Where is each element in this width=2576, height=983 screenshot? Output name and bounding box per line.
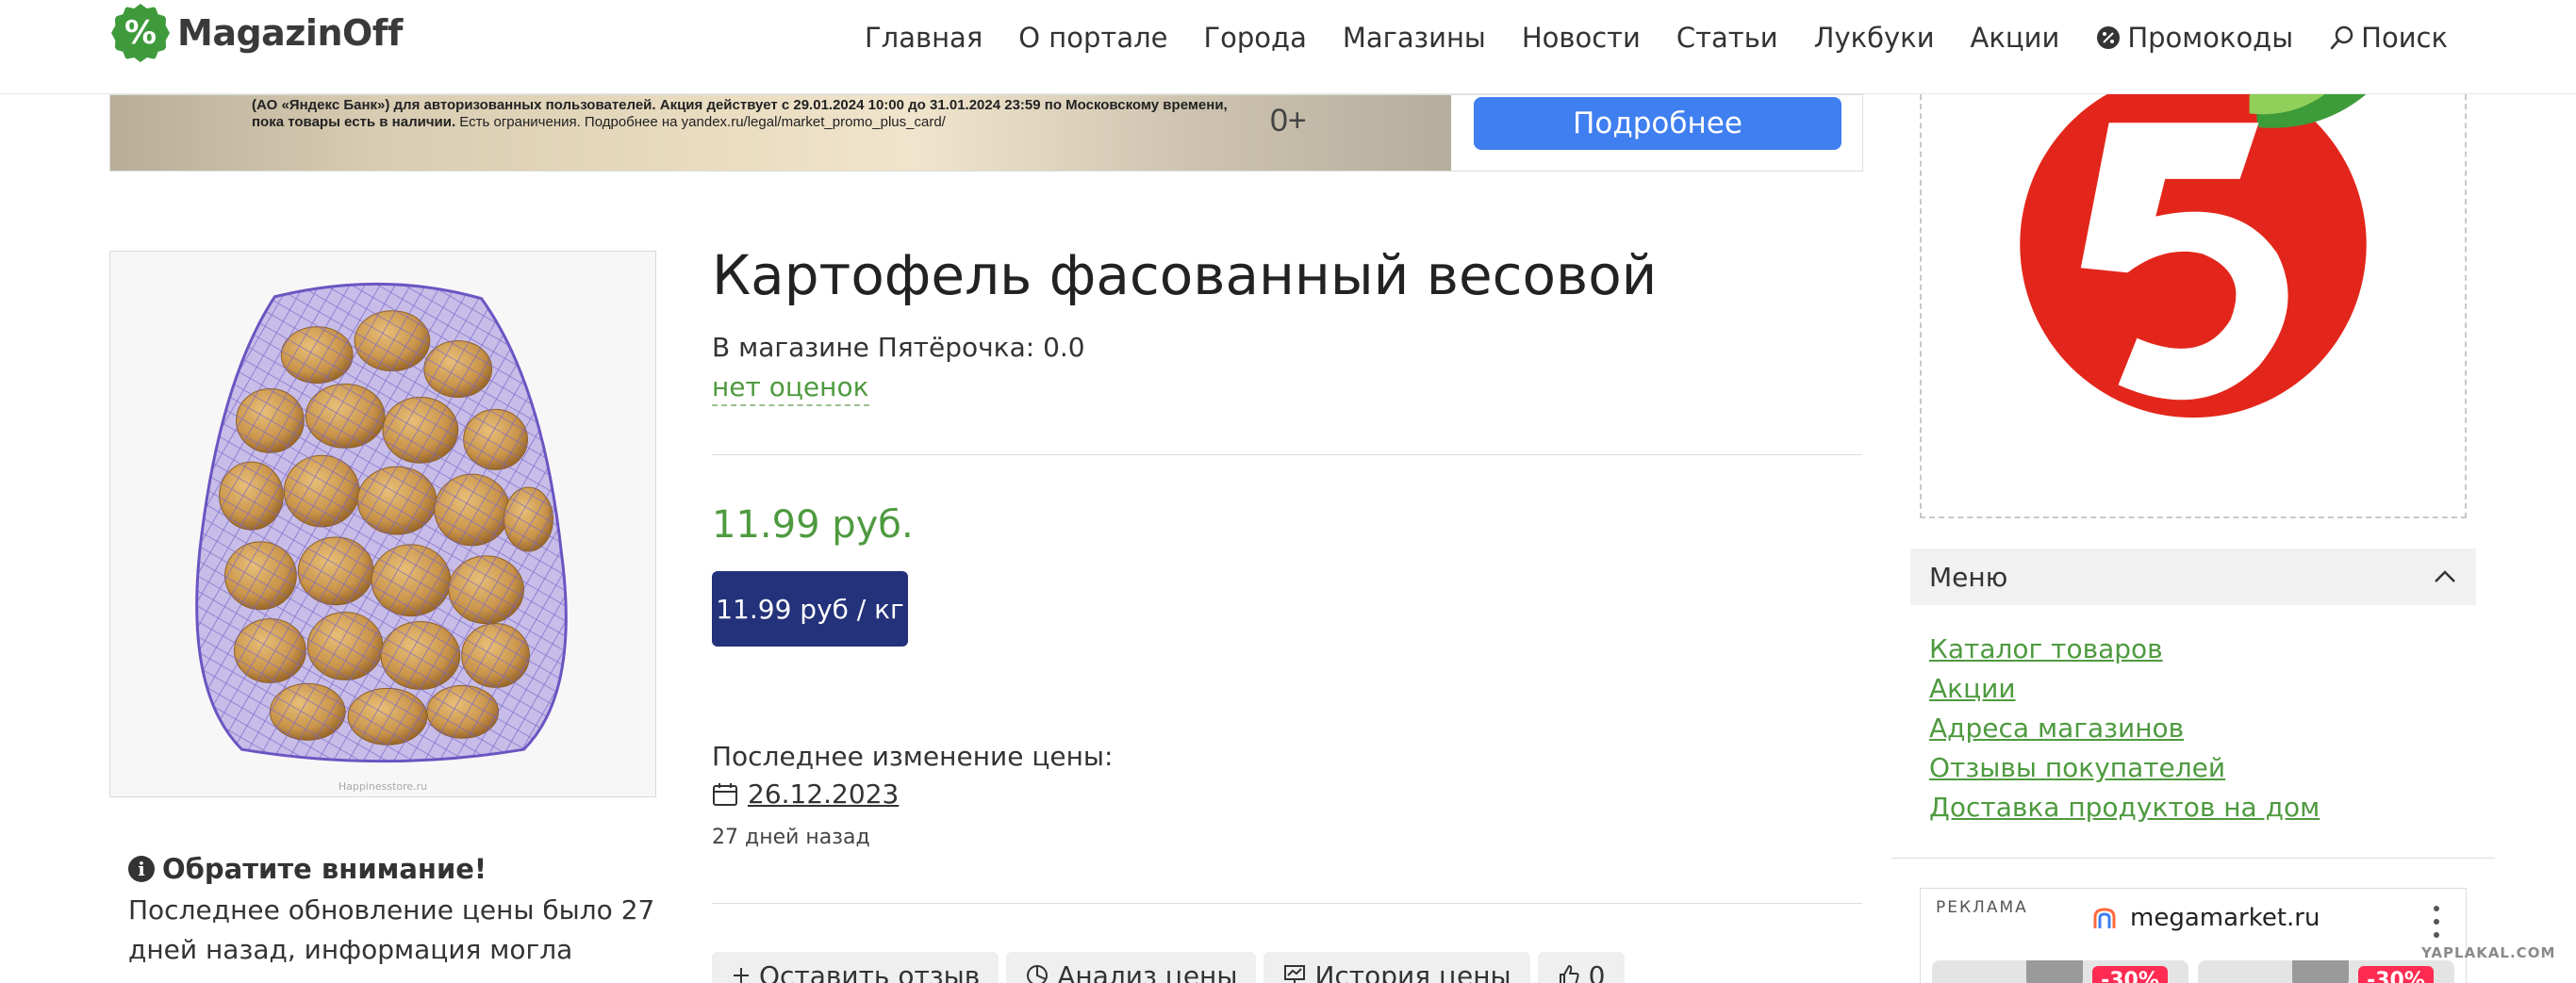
notice-title: i Обратите внимание! bbox=[128, 853, 666, 885]
ad-banner-line: (АО «Яндекс Банк») для авторизованных по… bbox=[252, 97, 1228, 113]
ad-product-image bbox=[2026, 960, 2083, 983]
product-price: 11.99 руб. bbox=[712, 503, 914, 547]
more-options-icon[interactable] bbox=[2434, 906, 2441, 938]
pyaterochka-logo bbox=[2020, 85, 2371, 418]
ad-brand[interactable]: megamarket.ru bbox=[2090, 904, 2320, 932]
nav-item-stores[interactable]: Магазины bbox=[1343, 22, 1486, 54]
nav-label: Города bbox=[1203, 22, 1307, 54]
nav-label: Главная bbox=[865, 22, 983, 54]
ad-brand-name: megamarket.ru bbox=[2130, 904, 2320, 932]
nav-label: Лукбуки bbox=[1813, 22, 1935, 54]
nav-item-news[interactable]: Новости bbox=[1522, 22, 1641, 54]
main-nav: Главная О портале Города Магазины Новост… bbox=[865, 17, 2448, 58]
stale-price-notice: i Обратите внимание! Последнее обновлени… bbox=[128, 853, 666, 983]
ad-product-card[interactable]: -30% bbox=[1932, 960, 2188, 983]
ad-product-image bbox=[2292, 960, 2349, 983]
info-icon: i bbox=[128, 856, 155, 882]
ad-label: РЕКЛАМА bbox=[1936, 898, 2028, 917]
calendar-icon bbox=[713, 782, 737, 806]
chevron-up-icon bbox=[2435, 570, 2455, 582]
ad-details-button[interactable]: Подробнее bbox=[1474, 97, 1841, 150]
sidebar-menu-list: Каталог товаров Акции Адреса магазинов О… bbox=[1929, 630, 2320, 827]
nav-item-about[interactable]: О портале bbox=[1018, 22, 1167, 54]
nav-item-search[interactable]: Поиск bbox=[2329, 22, 2448, 54]
nav-label: Магазины bbox=[1342, 22, 1486, 54]
nav-label: Новости bbox=[1521, 22, 1641, 54]
nav-item-promocodes[interactable]: Промокоды bbox=[2095, 22, 2293, 54]
ad-banner-image: (АО «Яндекс Банк») для авторизованных по… bbox=[110, 95, 1451, 171]
price-per-unit-badge: 11.99 руб / кг bbox=[712, 571, 908, 647]
sidebar-item-reviews[interactable]: Отзывы покупателей bbox=[1929, 748, 2320, 788]
ad-banner[interactable]: (АО «Яндекс Банк») для авторизованных по… bbox=[109, 94, 1863, 172]
page-watermark: YAPLAKAL.COM bbox=[2421, 944, 2556, 961]
nav-item-lookbooks[interactable]: Лукбуки bbox=[1814, 22, 1935, 54]
discount-badge-icon bbox=[2097, 26, 2121, 49]
product-title: Картофель фасованный весовой bbox=[712, 243, 1658, 307]
site-header: % MagazinOff Главная О портале Города Ма… bbox=[0, 0, 2576, 94]
search-icon bbox=[2330, 25, 2353, 50]
nav-item-cities[interactable]: Города bbox=[1203, 22, 1306, 54]
logo-text: MagazinOff bbox=[177, 12, 403, 54]
nav-label: О портале bbox=[1018, 22, 1168, 54]
like-count: 0 bbox=[1588, 959, 1606, 983]
sidebar-item-catalog[interactable]: Каталог товаров bbox=[1929, 630, 2320, 669]
action-label: Анализ цены bbox=[1057, 959, 1238, 983]
product-actions: Оставить отзыв Анализ цены История цены … bbox=[712, 952, 1625, 983]
store-rating: В магазине Пятёрочка: 0.0 bbox=[712, 332, 1085, 363]
nav-label: Статьи bbox=[1676, 22, 1778, 54]
notice-title-text: Обратите внимание! bbox=[162, 853, 487, 885]
no-ratings-link[interactable]: нет оценок bbox=[712, 371, 869, 406]
product-image[interactable]: Happinesstore.ru bbox=[109, 251, 656, 797]
thumbs-up-icon bbox=[1559, 965, 1579, 983]
ad-product-card[interactable]: -30% bbox=[2198, 960, 2454, 983]
ad-banner-line-small: Есть ограничения. Подробнее на yandex.ru… bbox=[455, 114, 946, 130]
sidebar-menu-title: Меню bbox=[1929, 561, 2008, 593]
plus-icon bbox=[734, 968, 749, 983]
nav-item-home[interactable]: Главная bbox=[865, 22, 983, 54]
divider bbox=[1891, 858, 2495, 859]
action-label: Оставить отзыв bbox=[759, 959, 981, 983]
divider bbox=[712, 903, 1862, 904]
days-ago: 27 дней назад bbox=[712, 826, 870, 849]
ad-banner-line: пока товары есть в наличии. Есть огранич… bbox=[252, 114, 1364, 131]
action-label: История цены bbox=[1314, 959, 1511, 983]
divider bbox=[712, 454, 1862, 455]
last-price-change-date: 26.12.2023 bbox=[712, 778, 899, 810]
ad-discount-badge: -30% bbox=[2358, 966, 2434, 983]
image-watermark: Happinesstore.ru bbox=[338, 780, 428, 793]
site-logo[interactable]: % MagazinOff bbox=[111, 4, 403, 62]
last-price-change-label: Последнее изменение цены: bbox=[712, 741, 1114, 772]
sidebar-item-delivery[interactable]: Доставка продуктов на дом bbox=[1929, 788, 2320, 827]
potato-sack-image bbox=[195, 282, 568, 763]
megamarket-logo-icon bbox=[2093, 908, 2116, 928]
nav-label: Промокоды bbox=[2127, 22, 2294, 54]
sidebar-menu-toggle[interactable]: Меню bbox=[1910, 549, 2476, 605]
price-history-button[interactable]: История цены bbox=[1263, 952, 1530, 983]
age-rating: 0+ bbox=[1270, 103, 1307, 139]
nav-item-articles[interactable]: Статьи bbox=[1676, 22, 1778, 54]
nav-label: Акции bbox=[1970, 22, 2060, 54]
ad-banner-text: (АО «Яндекс Банк») для авторизованных по… bbox=[252, 97, 1364, 131]
nav-item-promotions[interactable]: Акции bbox=[1971, 22, 2060, 54]
store-logo[interactable] bbox=[1920, 85, 2467, 518]
nav-label: Поиск bbox=[2361, 22, 2448, 54]
logo-percent-badge: % bbox=[111, 4, 170, 62]
ad-discount-badge: -30% bbox=[2092, 966, 2168, 983]
sidebar-ad[interactable]: РЕКЛАМА megamarket.ru -30% -30% bbox=[1920, 888, 2467, 983]
pie-chart-icon bbox=[1027, 965, 1049, 983]
notice-text: Последнее обновление цены было 27 дней н… bbox=[128, 894, 655, 983]
like-button[interactable]: 0 bbox=[1537, 952, 1625, 983]
leave-review-button[interactable]: Оставить отзыв bbox=[712, 952, 999, 983]
price-analysis-button[interactable]: Анализ цены bbox=[1006, 952, 1257, 983]
chart-history-icon bbox=[1284, 965, 1306, 983]
price-change-date-link[interactable]: 26.12.2023 bbox=[748, 778, 899, 810]
sidebar-item-promotions[interactable]: Акции bbox=[1929, 669, 2320, 709]
sidebar-item-store-addresses[interactable]: Адреса магазинов bbox=[1929, 709, 2320, 748]
ad-banner-line-bold: пока товары есть в наличии. bbox=[252, 114, 456, 130]
